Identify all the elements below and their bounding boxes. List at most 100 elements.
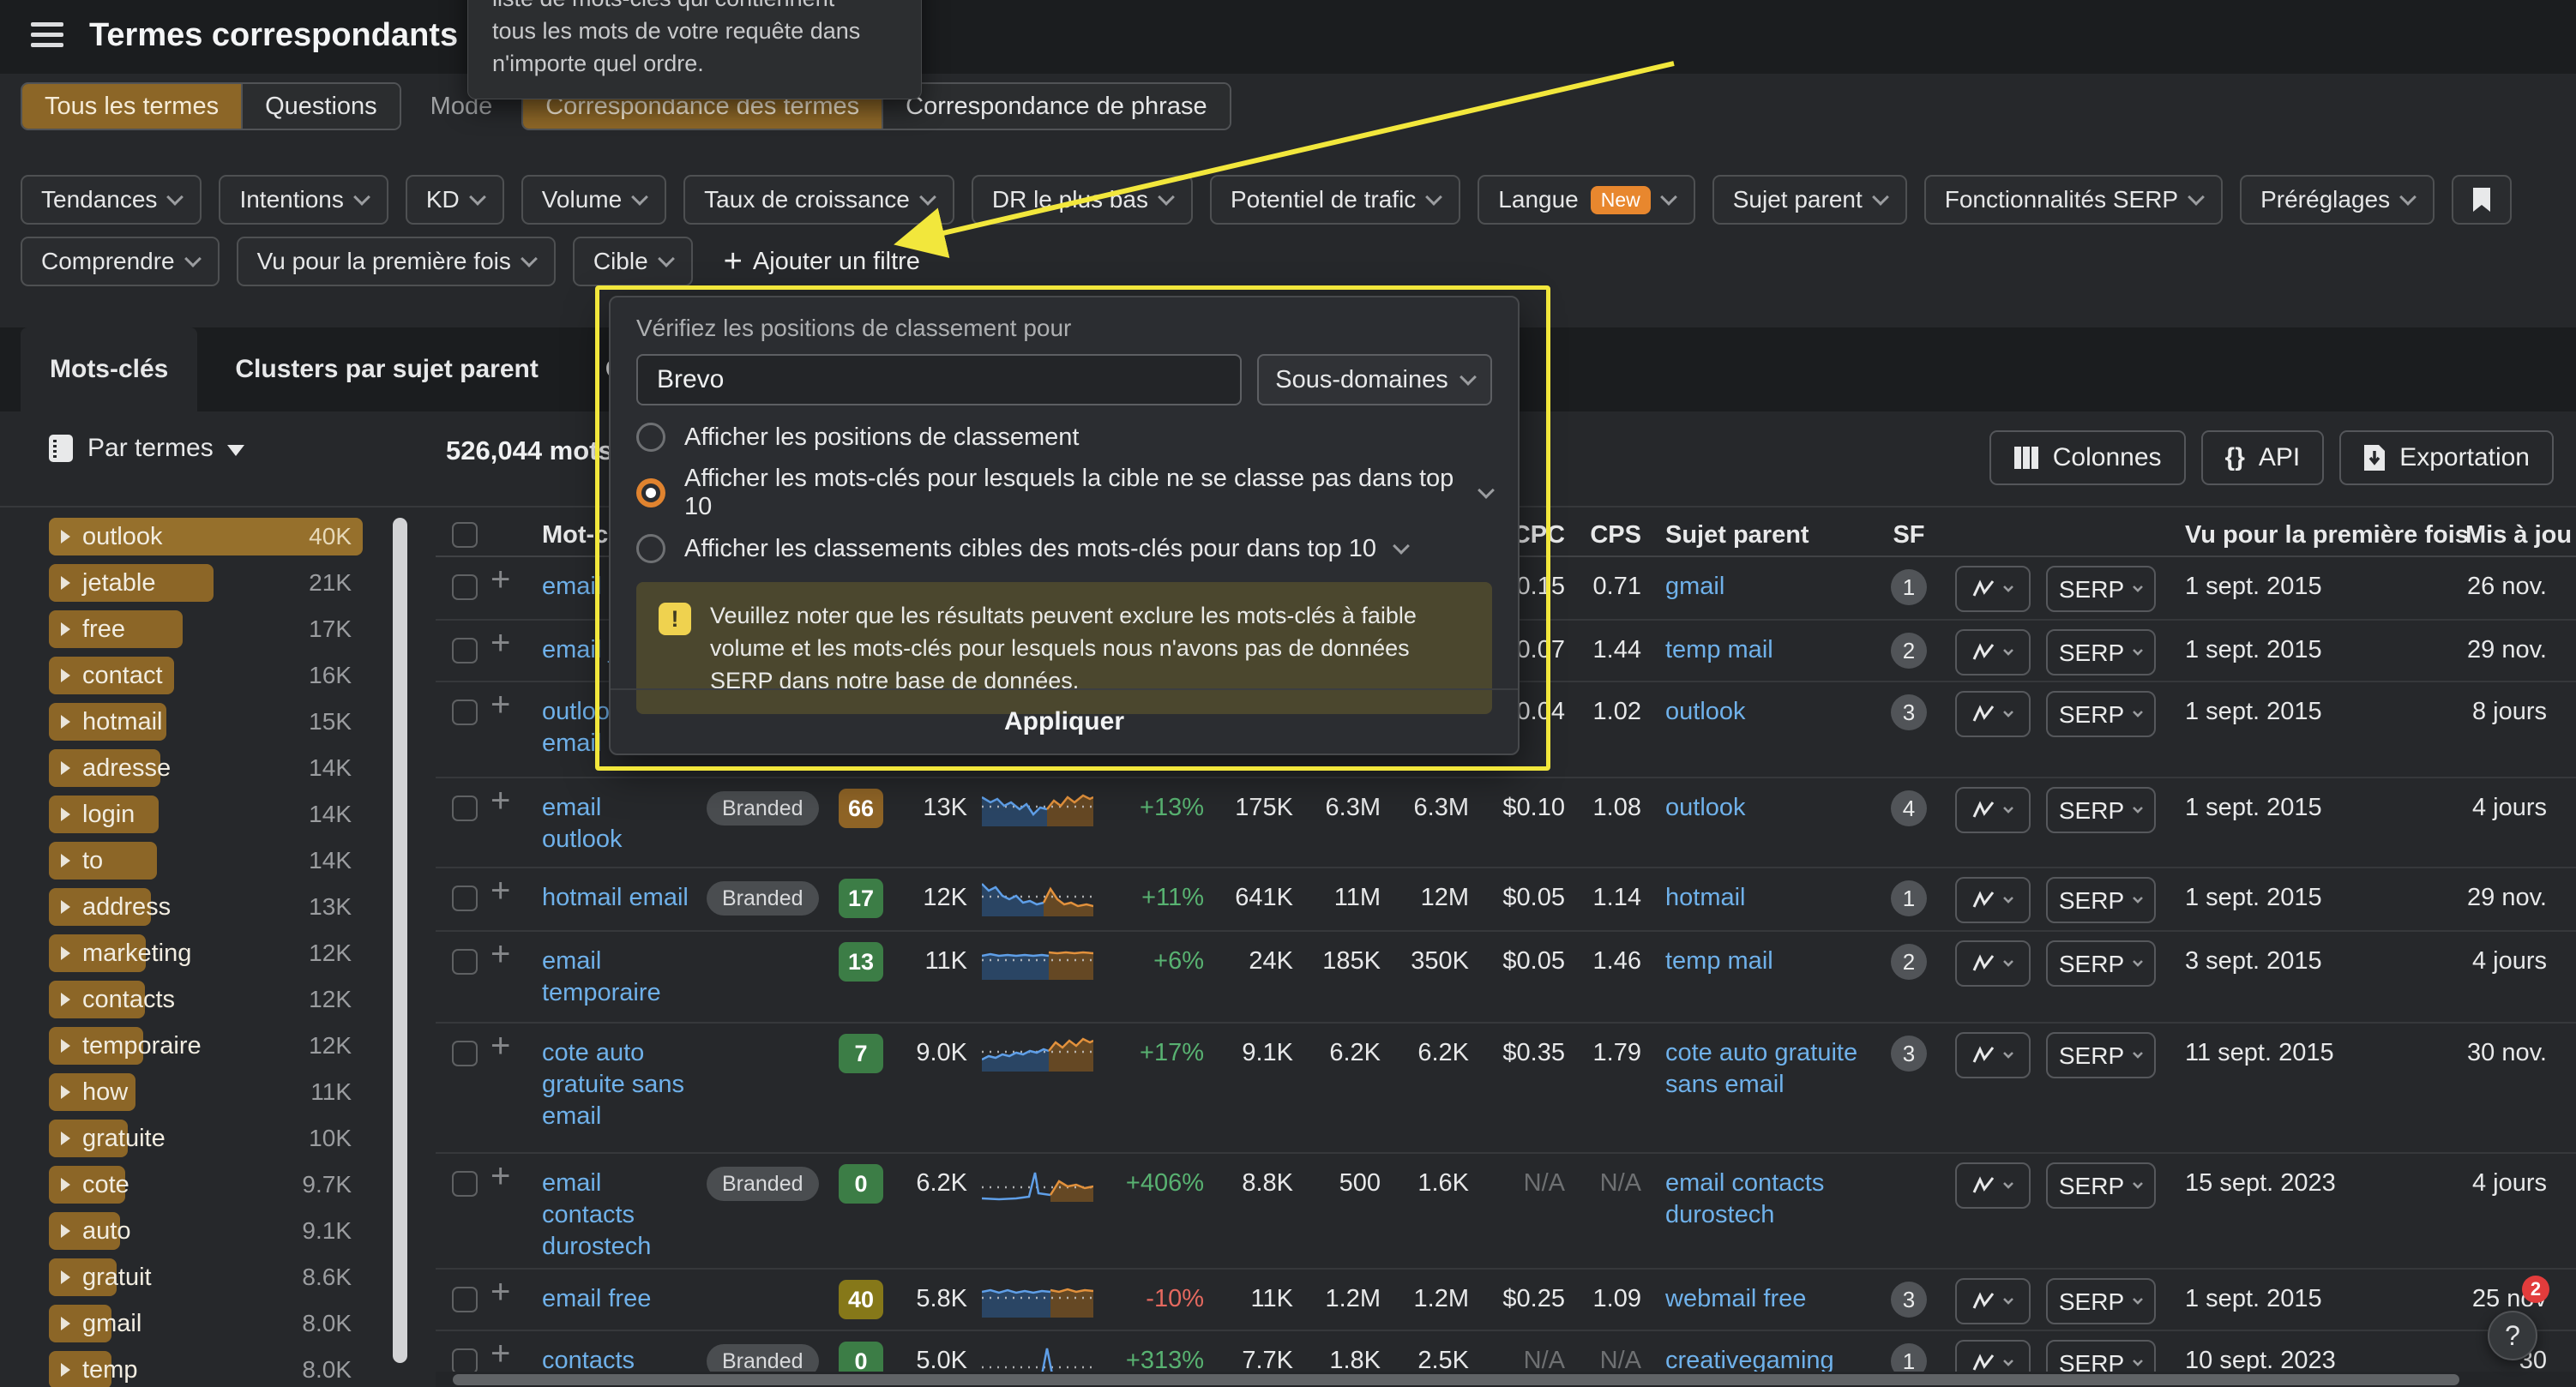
serp-button[interactable]: SERP (2046, 877, 2156, 923)
sidebar-term-marketing[interactable]: marketing12K (21, 934, 398, 972)
notification-badge[interactable]: 2 (2522, 1276, 2549, 1303)
serp-button[interactable]: SERP (2046, 1278, 2156, 1324)
parent-topic-link[interactable]: webmail free (1665, 1283, 1923, 1315)
add-to-list-icon[interactable]: + (491, 785, 510, 817)
sidebar-term-login[interactable]: login14K (21, 796, 398, 833)
parent-topic-link[interactable]: durostech (1665, 1199, 1923, 1231)
apply-button[interactable]: Appliquer (611, 688, 1518, 754)
column-header-serp-features[interactable]: SF (1887, 519, 1931, 551)
sidebar-term-gratuite[interactable]: gratuite10K (21, 1120, 398, 1157)
parent-topic-link[interactable]: email contacts (1665, 1168, 1923, 1199)
serp-button[interactable]: SERP (2046, 691, 2156, 737)
radio-selected-icon[interactable] (636, 478, 665, 507)
add-to-list-icon[interactable]: + (491, 1276, 510, 1308)
add-to-list-icon[interactable]: + (491, 689, 510, 721)
filter-button-vu-pour-la-premi-re-fois[interactable]: Vu pour la première fois (237, 237, 556, 286)
filter-button-comprendre[interactable]: Comprendre (21, 237, 220, 286)
serp-button[interactable]: SERP (2046, 787, 2156, 833)
radio-unselected-icon[interactable] (636, 423, 665, 452)
filter-button-tendances[interactable]: Tendances (21, 175, 202, 225)
add-to-list-icon[interactable]: + (491, 1161, 510, 1192)
panel-radio-option-3[interactable]: Afficher les classements cibles des mots… (636, 534, 1492, 563)
tab-mots-cl-s[interactable]: Mots-clés (21, 327, 197, 411)
keyword-link[interactable]: temporaire (542, 977, 748, 1009)
row-checkbox[interactable] (452, 1287, 478, 1312)
add-to-list-icon[interactable]: + (491, 627, 510, 659)
row-checkbox[interactable] (452, 1171, 478, 1197)
add-to-list-icon[interactable]: + (491, 1338, 510, 1370)
filter-button-volume[interactable]: Volume (521, 175, 666, 225)
serp-button[interactable]: SERP (2046, 1032, 2156, 1078)
select-all-checkbox[interactable] (452, 522, 478, 548)
sidebar-term-adresse[interactable]: adresse14K (21, 749, 398, 787)
position-history-button[interactable] (1955, 1278, 2031, 1324)
add-filter-button[interactable]: +Ajouter un filtre (724, 245, 920, 278)
sidebar-term-auto[interactable]: auto9.1K (21, 1212, 398, 1250)
row-checkbox[interactable] (452, 638, 478, 663)
toggle-phrase-match[interactable]: Correspondance de phrase (882, 84, 1229, 129)
column-header-updated[interactable]: Mis à jou (2465, 519, 2576, 551)
row-checkbox[interactable] (452, 1348, 478, 1374)
group-by-terms-dropdown[interactable]: Par termes (48, 434, 244, 463)
menu-icon[interactable] (31, 22, 63, 50)
parent-topic-link[interactable]: temp mail (1665, 946, 1923, 977)
parent-topic-link[interactable]: hotmail (1665, 882, 1923, 914)
sidebar-term-contacts[interactable]: contacts12K (21, 981, 398, 1018)
keyword-link[interactable]: email (542, 946, 748, 977)
serp-button[interactable]: SERP (2046, 566, 2156, 612)
position-history-button[interactable] (1955, 566, 2031, 612)
help-button[interactable]: ? (2488, 1311, 2537, 1360)
horizontal-scrollbar[interactable] (453, 1374, 2459, 1385)
bookmark-button[interactable] (2452, 175, 2512, 225)
add-to-list-icon[interactable]: + (491, 939, 510, 970)
add-to-list-icon[interactable]: + (491, 1030, 510, 1062)
keyword-link[interactable]: outlook (542, 824, 748, 856)
toolbar-button-exportation[interactable]: Exportation (2339, 430, 2554, 485)
sidebar-term-contact[interactable]: contact16K (21, 657, 398, 694)
row-checkbox[interactable] (452, 574, 478, 600)
toggle-all-terms[interactable]: Tous les termes (22, 84, 241, 129)
keyword-link[interactable]: email free (542, 1283, 748, 1315)
panel-radio-option-1[interactable]: Afficher les positions de classement (636, 423, 1492, 452)
filter-button-cible[interactable]: Cible (573, 237, 693, 286)
sidebar-term-temporaire[interactable]: temporaire12K (21, 1027, 398, 1065)
parent-topic-link[interactable]: sans email (1665, 1069, 1923, 1101)
sidebar-term-to[interactable]: to14K (21, 842, 398, 880)
filter-button-fonctionnalit-s-serp[interactable]: Fonctionnalités SERP (1924, 175, 2223, 225)
filter-button-kd[interactable]: KD (406, 175, 504, 225)
column-header-parent-topic[interactable]: Sujet parent (1665, 519, 1923, 551)
filter-button-dr-le-plus-bas[interactable]: DR le plus bas (972, 175, 1193, 225)
parent-topic-link[interactable]: temp mail (1665, 634, 1923, 666)
position-history-button[interactable] (1955, 787, 2031, 833)
serp-button[interactable]: SERP (2046, 1162, 2156, 1209)
parent-topic-link[interactable]: cote auto gratuite (1665, 1037, 1923, 1069)
row-checkbox[interactable] (452, 886, 478, 911)
sidebar-term-how[interactable]: how11K (21, 1073, 398, 1111)
sidebar-term-free[interactable]: free17K (21, 610, 398, 648)
row-checkbox[interactable] (452, 1041, 478, 1066)
sidebar-scrollbar[interactable] (393, 518, 407, 1363)
toggle-questions[interactable]: Questions (241, 84, 400, 129)
sidebar-term-gmail[interactable]: gmail8.0K (21, 1305, 398, 1342)
filter-button-langue[interactable]: LangueNew (1478, 175, 1694, 225)
tab-clusters-par-sujet-parent[interactable]: Clusters par sujet parent (206, 327, 567, 411)
position-history-button[interactable] (1955, 1162, 2031, 1209)
keyword-link[interactable]: durostech (542, 1231, 748, 1263)
filter-button-potentiel-de-trafic[interactable]: Potentiel de trafic (1210, 175, 1460, 225)
position-history-button[interactable] (1955, 1032, 2031, 1078)
sidebar-term-cote[interactable]: cote9.7K (21, 1166, 398, 1204)
panel-radio-option-2[interactable]: Afficher les mots-clés pour lesquels la … (636, 465, 1492, 521)
add-to-list-icon[interactable]: + (491, 875, 510, 907)
row-checkbox[interactable] (452, 796, 478, 821)
target-input[interactable] (636, 354, 1242, 405)
parent-topic-link[interactable]: outlook (1665, 696, 1923, 728)
sidebar-term-jetable[interactable]: jetable21K (21, 564, 398, 602)
parent-topic-link[interactable]: outlook (1665, 792, 1923, 824)
scope-select[interactable]: Sous-domaines (1257, 354, 1492, 405)
sidebar-term-hotmail[interactable]: hotmail15K (21, 703, 398, 741)
filter-button-pr-r-glages[interactable]: Préréglages (2240, 175, 2435, 225)
radio-unselected-icon[interactable] (636, 534, 665, 563)
sidebar-term-temp[interactable]: temp8.0K (21, 1351, 398, 1387)
position-history-button[interactable] (1955, 691, 2031, 737)
sidebar-term-gratuit[interactable]: gratuit8.6K (21, 1258, 398, 1296)
